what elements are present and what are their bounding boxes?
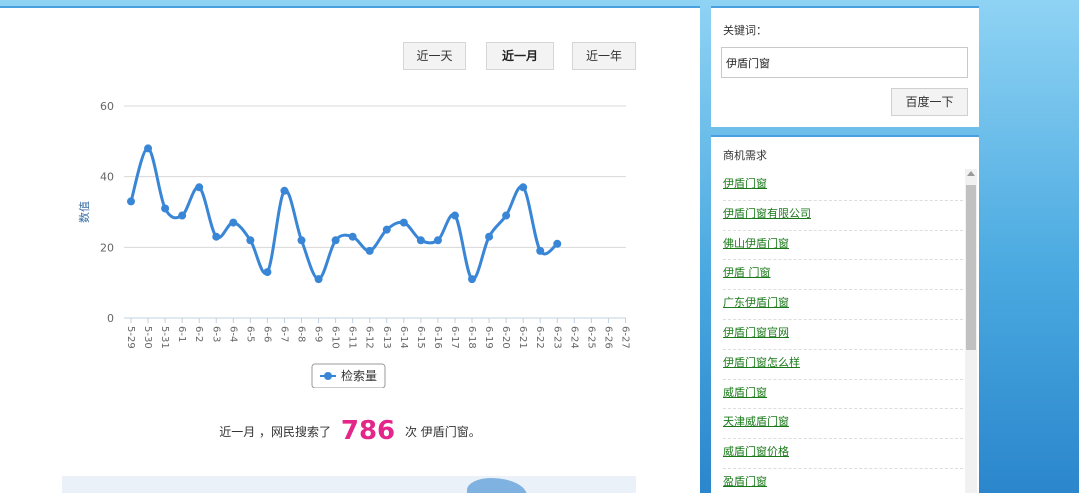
x-tick-label: 6-25 xyxy=(585,326,596,349)
x-tick-label: 6-19 xyxy=(483,326,494,349)
list-item[interactable]: 伊盾门窗官网 xyxy=(723,320,963,350)
data-point xyxy=(416,236,425,245)
data-point xyxy=(127,197,135,206)
list-item[interactable]: 威盾门窗价格 xyxy=(723,439,963,469)
list-item[interactable]: 威盾门窗 xyxy=(723,380,963,410)
series-line xyxy=(129,146,559,281)
x-tick-label: 6-23 xyxy=(551,326,562,349)
opportunity-list: 伊盾门窗 伊盾门窗有限公司 佛山伊盾门窗 伊盾 门窗 广东伊盾门窗 伊盾门窗官网… xyxy=(723,171,963,493)
data-point xyxy=(382,225,391,234)
map-area xyxy=(62,476,636,493)
x-tick-label: 6-22 xyxy=(534,326,545,349)
opportunity-panel: 商机需求 伊盾门窗 伊盾门窗有限公司 佛山伊盾门窗 伊盾 门窗 广东伊盾门窗 伊… xyxy=(711,135,979,493)
legend-label: 检索量 xyxy=(341,368,377,383)
x-tick-label: 5-31 xyxy=(159,326,170,349)
x-tick-label: 6-27 xyxy=(619,326,630,349)
range-month-button[interactable]: 近一月 xyxy=(486,42,554,70)
x-tick-label: 6-10 xyxy=(330,326,341,349)
scroll-thumb[interactable] xyxy=(966,185,976,350)
list-item[interactable]: 广东伊盾门窗 xyxy=(723,290,963,320)
x-tick-label: 5-29 xyxy=(125,326,136,349)
x-tick-label: 6-21 xyxy=(517,326,528,349)
x-tick-label: 6-3 xyxy=(210,326,221,342)
data-point xyxy=(348,232,357,241)
y-tick-label: 20 xyxy=(100,241,114,254)
x-tick-label: 6-18 xyxy=(466,326,477,349)
y-tick-label: 40 xyxy=(100,171,114,184)
x-tick-label: 6-15 xyxy=(415,326,426,349)
x-tick-label: 6-11 xyxy=(347,326,358,349)
data-point xyxy=(246,236,255,245)
y-tick-label: 0 xyxy=(107,312,114,325)
keyword-search-panel: 关键词： 百度一下 xyxy=(711,6,979,127)
data-point xyxy=(195,183,204,192)
x-tick-label: 6-1 xyxy=(176,326,187,342)
data-point xyxy=(161,204,170,213)
list-scrollbar[interactable] xyxy=(965,169,977,493)
summary-suffix: 次 伊盾门窗。 xyxy=(404,425,481,439)
x-tick-label: 6-26 xyxy=(602,326,613,349)
list-item[interactable]: 佛山伊盾门窗 xyxy=(723,231,963,261)
data-point xyxy=(314,275,323,284)
x-tick-label: 6-20 xyxy=(500,326,511,349)
x-tick-label: 6-14 xyxy=(398,326,409,349)
x-tick-label: 6-13 xyxy=(381,326,392,349)
x-tick-label: 6-9 xyxy=(313,326,324,342)
data-point xyxy=(331,236,340,245)
data-point xyxy=(144,144,153,153)
list-item[interactable]: 伊盾门窗有限公司 xyxy=(723,201,963,231)
list-item[interactable]: 盈盾门窗 xyxy=(723,469,963,493)
data-point xyxy=(485,232,494,241)
search-volume-chart: 0 20 40 60 数值 5-29 5-30 5-31 6-1 6-2 6-3 6-4 6-5 6-6 6… xyxy=(78,100,630,388)
data-point xyxy=(229,218,238,227)
data-point xyxy=(502,211,511,220)
x-tick-label: 6-6 xyxy=(261,326,272,342)
search-count: 786 xyxy=(340,416,396,446)
list-item[interactable]: 伊盾门窗 xyxy=(723,171,963,201)
x-tick-label: 6-5 xyxy=(244,326,255,342)
data-point xyxy=(433,236,442,245)
list-item[interactable]: 伊盾 门窗 xyxy=(723,260,963,291)
data-point xyxy=(519,183,528,192)
x-tick-label: 6-2 xyxy=(193,326,204,342)
data-point xyxy=(450,211,459,220)
y-axis-title: 数值 xyxy=(78,201,91,223)
list-item[interactable]: 伊盾门窗怎么样 xyxy=(723,350,963,380)
x-tick-label: 6-16 xyxy=(432,326,443,349)
data-point xyxy=(468,275,477,284)
x-tick-label: 6-8 xyxy=(296,326,307,342)
x-tick-label: 6-17 xyxy=(449,326,460,349)
x-tick-label: 5-30 xyxy=(142,326,153,349)
y-tick-label: 60 xyxy=(100,100,114,113)
data-point xyxy=(178,211,187,220)
data-point xyxy=(536,246,545,255)
summary-prefix: 近一月 ，网民搜索了 xyxy=(219,425,332,439)
search-summary: 近一月 ，网民搜索了 786 次 伊盾门窗。 xyxy=(0,416,700,446)
data-point xyxy=(553,239,562,248)
range-day-button[interactable]: 近一天 xyxy=(403,42,466,70)
data-point xyxy=(212,232,221,241)
baidu-search-button[interactable]: 百度一下 xyxy=(891,88,968,116)
list-item[interactable]: 天津威盾门窗 xyxy=(723,409,963,440)
x-tick-label: 6-7 xyxy=(278,326,289,342)
x-tick-label: 6-12 xyxy=(364,326,375,349)
data-point xyxy=(365,246,374,255)
data-point xyxy=(399,218,408,227)
x-tick-label: 6-4 xyxy=(227,326,238,342)
map-shape xyxy=(467,478,527,493)
scroll-up-arrow-icon[interactable] xyxy=(967,171,975,176)
main-content: 近一天 近一月 近一年 0 20 40 60 数值 5-29 5-30 5-31 6-1 6-2 6… xyxy=(0,6,700,493)
keyword-label: 关键词： xyxy=(723,24,767,37)
legend-marker xyxy=(324,372,332,380)
data-point xyxy=(297,236,306,245)
data-point xyxy=(263,268,272,277)
data-point xyxy=(280,186,289,195)
keyword-input[interactable] xyxy=(721,47,968,78)
x-tick-label: 6-24 xyxy=(568,326,579,349)
opportunity-title: 商机需求 xyxy=(723,149,767,162)
range-year-button[interactable]: 近一年 xyxy=(572,42,636,70)
